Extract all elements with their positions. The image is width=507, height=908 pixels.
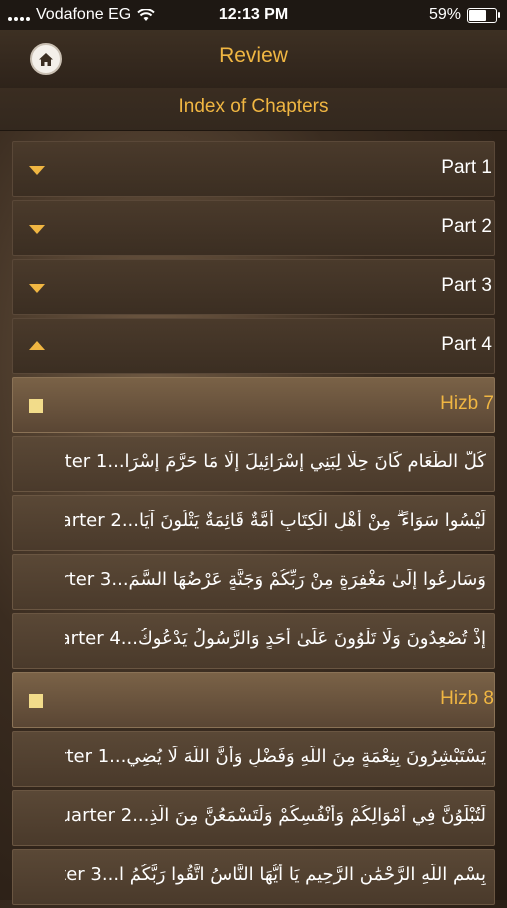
status-bar: Vodafone EG 12:13 PM 59% — [0, 0, 507, 30]
quarter-text: لَتُبْلَوُنَّ فِي أَمْوَالِكُمْ وَأَنْفُ… — [65, 805, 486, 826]
battery-icon — [467, 7, 500, 23]
part-label: Part 3 — [441, 275, 492, 296]
collapse-arrow-icon — [29, 341, 45, 350]
section-title: Index of Chapters — [178, 96, 329, 117]
section-header: Index of Chapters — [0, 88, 507, 131]
quarter-text: لَيْسُوا سَوَاءً ۗ مِنْ أَهْلِ الْكِتَاب… — [65, 510, 486, 531]
quarter-text: إِذْ تُصْعِدُونَ وَلَا تَلْوُونَ عَلَىٰ … — [65, 628, 486, 649]
quarter-text: وَسَارِعُوا إِلَىٰ مَغْفِرَةٍ مِنْ رَبِّ… — [65, 569, 486, 590]
expand-arrow-icon — [29, 166, 45, 175]
quarter-row[interactable]: بِسْمِ اللَّهِ الرَّحْمَٰنِ الرَّحِيمِ ي… — [12, 849, 495, 905]
part-label: Part 1 — [441, 157, 492, 178]
part-row[interactable]: Part 2 — [12, 200, 495, 256]
part-row[interactable]: Part 3 — [12, 259, 495, 315]
quarter-row[interactable]: يَسْتَبْشِرُونَ بِنِعْمَةٍ مِنَ اللَّهِ … — [12, 731, 495, 787]
quarter-row[interactable]: كُلُّ الطَّعَامِ كَانَ حِلًّا لِبَنِي إِ… — [12, 436, 495, 492]
quarter-row[interactable]: وَسَارِعُوا إِلَىٰ مَغْفِرَةٍ مِنْ رَبِّ… — [12, 554, 495, 610]
quarter-row[interactable]: لَتُبْلَوُنَّ فِي أَمْوَالِكُمْ وَأَنْفُ… — [12, 790, 495, 846]
quarter-text: بِسْمِ اللَّهِ الرَّحْمَٰنِ الرَّحِيمِ ي… — [65, 864, 486, 885]
hizb-label: Hizb 8 — [440, 688, 494, 709]
battery-percent: 59% — [428, 6, 461, 23]
battery-group: 59% — [428, 6, 500, 24]
part-label: Part 4 — [441, 334, 492, 355]
part-label: Part 2 — [441, 216, 492, 237]
expand-arrow-icon — [29, 225, 45, 234]
quarter-row[interactable]: لَيْسُوا سَوَاءً ۗ مِنْ أَهْلِ الْكِتَاب… — [12, 495, 495, 551]
hizb-row[interactable]: Hizb 8 — [12, 672, 495, 728]
navigation-bar: Review — [0, 30, 507, 89]
hizb-label: Hizb 7 — [440, 393, 494, 414]
quarter-text: يَسْتَبْشِرُونَ بِنِعْمَةٍ مِنَ اللَّهِ … — [65, 746, 486, 767]
quarter-text: كُلُّ الطَّعَامِ كَانَ حِلًّا لِبَنِي إِ… — [65, 451, 486, 472]
part-row[interactable]: Part 1 — [12, 141, 495, 197]
part-row[interactable]: Part 4 — [12, 318, 495, 374]
chapter-index-list: Part 1 Part 2 Part 3 Part 4 Hizb 7 كُلُّ الطَ… — [12, 141, 495, 908]
quarter-row[interactable]: إِذْ تُصْعِدُونَ وَلَا تَلْوُونَ عَلَىٰ … — [12, 613, 495, 669]
hizb-square-icon — [29, 399, 43, 413]
page-title: Review — [219, 44, 288, 67]
expand-arrow-icon — [29, 284, 45, 293]
hizb-row[interactable]: Hizb 7 — [12, 377, 495, 433]
hizb-square-icon — [29, 694, 43, 708]
